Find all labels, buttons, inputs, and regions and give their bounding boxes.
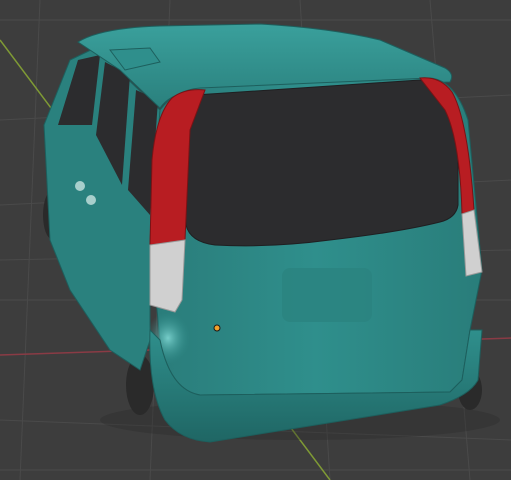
- 3d-viewport[interactable]: [0, 0, 511, 480]
- door-handle-2: [86, 195, 96, 205]
- license-plate-recess: [282, 268, 372, 322]
- left-tail-light-lower: [149, 239, 186, 313]
- door-handle: [75, 181, 85, 191]
- rear-window: [185, 79, 459, 247]
- origin-marker[interactable]: [213, 324, 221, 332]
- viewport-canvas[interactable]: [0, 0, 511, 480]
- car-model[interactable]: [43, 23, 500, 443]
